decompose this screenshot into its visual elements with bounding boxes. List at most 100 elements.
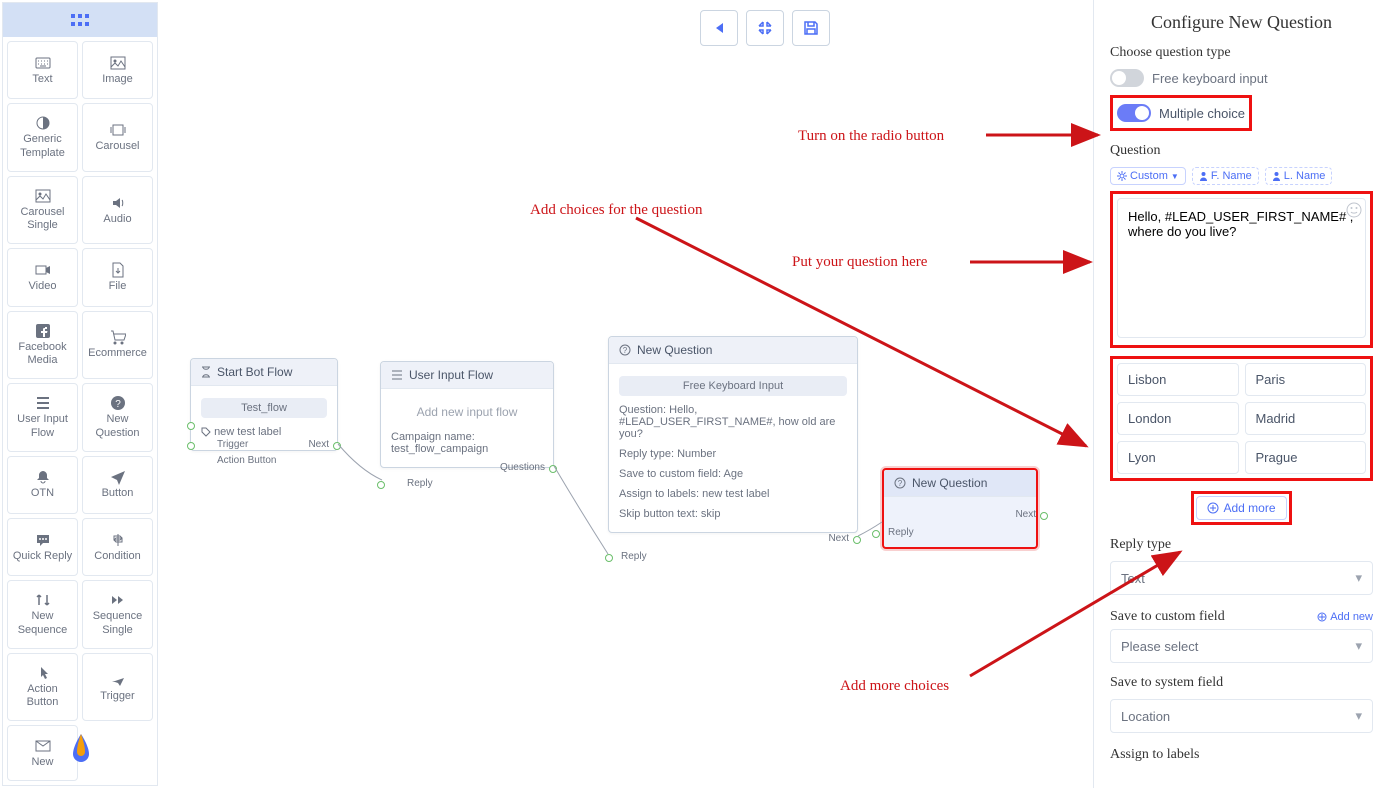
reply-type-label: Reply type — [1110, 537, 1373, 553]
chip-lname[interactable]: L. Name — [1265, 167, 1333, 185]
plus-circle-icon — [1207, 502, 1219, 514]
plane-icon — [110, 672, 126, 688]
flow-canvas[interactable]: Start Bot Flow Test_flow new test label … — [160, 0, 1090, 788]
palette-item-file[interactable]: File — [82, 248, 153, 306]
choice-option[interactable]: Prague — [1245, 441, 1367, 474]
node-new-question-2[interactable]: ? New Question Next Reply — [882, 468, 1038, 549]
save-system-label: Save to system field — [1110, 675, 1373, 691]
add-more-button[interactable]: Add more — [1196, 496, 1286, 520]
palette-item-ecommerce[interactable]: Ecommerce — [82, 311, 153, 380]
emoji-icon[interactable] — [1346, 202, 1362, 221]
toggle-switch[interactable] — [1110, 69, 1144, 87]
anno-turn-on: Turn on the radio button — [798, 128, 944, 145]
palette-item-trigger[interactable]: Trigger — [82, 653, 153, 722]
palette-item-label: Sequence Single — [85, 610, 150, 636]
chip-fname[interactable]: F. Name — [1192, 167, 1259, 185]
palette-item-label: Carousel — [95, 140, 139, 153]
palette-item-action-button[interactable]: Action Button — [7, 653, 78, 722]
palette-item-label: Audio — [103, 213, 131, 226]
palette-item-generic-template[interactable]: Generic Template — [7, 103, 78, 172]
palette-item-label: File — [109, 280, 127, 293]
send-icon — [110, 469, 126, 485]
palette-item-label: Condition — [94, 550, 140, 563]
palette-item-sequence-single[interactable]: Sequence Single — [82, 580, 153, 649]
add-new-custom-field[interactable]: Add new — [1317, 611, 1373, 623]
variable-chips: Custom ▼ F. Name L. Name — [1110, 167, 1373, 185]
node-title: New Question — [912, 476, 987, 490]
tag-icon — [201, 427, 211, 437]
choice-option[interactable]: London — [1117, 402, 1239, 435]
toggle-multiple-choice[interactable]: Multiple choice — [1117, 104, 1245, 122]
choices-container: LisbonParisLondonMadridLyonPrague — [1110, 356, 1373, 481]
toggle-label: Multiple choice — [1159, 106, 1245, 121]
anno-add-more: Add more choices — [840, 678, 949, 695]
image-icon — [35, 188, 51, 204]
palette-item-label: New Question — [85, 413, 150, 439]
palette-item-button[interactable]: Button — [82, 456, 153, 514]
palette-item-image[interactable]: Image — [82, 41, 153, 99]
cart-icon — [110, 329, 126, 345]
palette-item-label: Facebook Media — [10, 341, 75, 367]
node-title: Start Bot Flow — [217, 365, 292, 379]
palette-item-label: User Input Flow — [10, 413, 75, 439]
palette-item-new-question[interactable]: ? New Question — [82, 383, 153, 452]
chip-custom[interactable]: Custom ▼ — [1110, 167, 1186, 185]
palette-item-label: New Sequence — [10, 610, 75, 636]
palette-item-label: OTN — [31, 487, 54, 500]
palette-item-label: Carousel Single — [10, 206, 75, 232]
toggle-switch[interactable] — [1117, 104, 1151, 122]
palette-item-video[interactable]: Video — [7, 248, 78, 306]
palette-item-label: Generic Template — [10, 133, 75, 159]
palette-item-label: Video — [29, 280, 57, 293]
node-new-question-1[interactable]: ? New Question Free Keyboard Input Quest… — [608, 336, 858, 533]
choose-type-label: Choose question type — [1110, 45, 1373, 61]
node-badge: Free Keyboard Input — [619, 376, 847, 396]
palette-item-otn[interactable]: OTN — [7, 456, 78, 514]
question-icon: ? — [894, 477, 906, 489]
palette-item-user-input-flow[interactable]: User Input Flow — [7, 383, 78, 452]
gear-icon — [1117, 171, 1127, 181]
palette-item-condition[interactable]: Condition — [82, 518, 153, 576]
image-icon — [110, 55, 126, 71]
node-header: ? New Question — [884, 470, 1036, 497]
palette-item-audio[interactable]: Audio — [82, 176, 153, 245]
q1-save-field: Save to custom field: Age — [619, 464, 847, 484]
toggle-label: Free keyboard input — [1152, 71, 1268, 86]
q1-assign: Assign to labels: new test label — [619, 484, 847, 504]
palette-item-text[interactable]: Text — [7, 41, 78, 99]
list-icon — [35, 395, 51, 411]
palette-item-label: New — [31, 756, 53, 769]
node-header: ? New Question — [609, 337, 857, 364]
q1-question: Question: Hello, #LEAD_USER_FIRST_NAME#,… — [619, 400, 847, 444]
app-logo — [67, 732, 95, 769]
node-user-input-flow[interactable]: User Input Flow Add new input flow Campa… — [380, 361, 554, 468]
palette-item-facebook-media[interactable]: Facebook Media — [7, 311, 78, 380]
hourglass-icon — [201, 366, 211, 378]
save-custom-label: Save to custom field — [1110, 609, 1225, 625]
palette-header[interactable] — [3, 3, 157, 37]
reply-type-select[interactable]: Text▾ — [1110, 561, 1373, 595]
save-system-select[interactable]: Location▾ — [1110, 699, 1373, 733]
palette-item-carousel-single[interactable]: Carousel Single — [7, 176, 78, 245]
choice-option[interactable]: Paris — [1245, 363, 1367, 396]
toggle-free-keyboard[interactable]: Free keyboard input — [1110, 69, 1373, 87]
palette-item-carousel[interactable]: Carousel — [82, 103, 153, 172]
save-custom-select[interactable]: Please select▾ — [1110, 629, 1373, 663]
bell-icon — [35, 469, 51, 485]
node-start-bot-flow[interactable]: Start Bot Flow Test_flow new test label … — [190, 358, 338, 451]
palette-item-new-sequence[interactable]: New Sequence — [7, 580, 78, 649]
choice-option[interactable]: Madrid — [1245, 402, 1367, 435]
assign-labels-label: Assign to labels — [1110, 747, 1199, 763]
choice-option[interactable]: Lisbon — [1117, 363, 1239, 396]
palette-item-quick-reply[interactable]: Quick Reply — [7, 518, 78, 576]
svg-text:?: ? — [115, 399, 121, 410]
question-textarea[interactable] — [1117, 198, 1366, 338]
choice-option[interactable]: Lyon — [1117, 441, 1239, 474]
user-icon — [1272, 171, 1281, 181]
video-icon — [35, 262, 51, 278]
node-campaign: Campaign name: test_flow_campaign — [391, 427, 543, 459]
svg-text:?: ? — [623, 346, 628, 355]
question-label: Question — [1110, 143, 1373, 159]
panel-title: Configure New Question — [1110, 12, 1373, 33]
fast-icon — [110, 592, 126, 608]
